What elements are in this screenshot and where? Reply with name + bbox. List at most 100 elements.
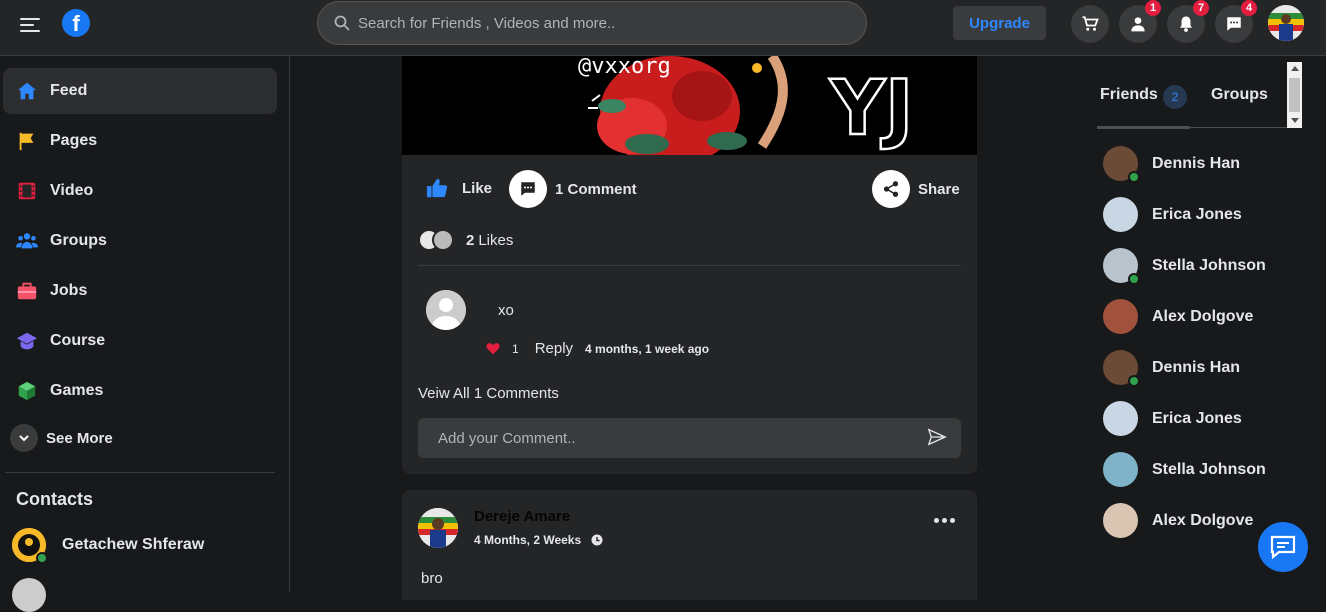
friend-item[interactable]: Erica Jones: [1103, 197, 1242, 232]
avatar: [1103, 248, 1140, 285]
cart-button[interactable]: [1071, 5, 1109, 43]
nav-item-video[interactable]: Video: [3, 168, 277, 214]
nav-item-label: Groups: [50, 232, 107, 249]
upgrade-button[interactable]: Upgrade: [953, 6, 1046, 40]
avatar: [1103, 197, 1138, 232]
contact-item[interactable]: Getachew Shferaw: [12, 528, 204, 564]
see-more-button[interactable]: See More: [10, 424, 113, 452]
tab-groups[interactable]: Groups: [1211, 86, 1268, 104]
friend-name: Dennis Han: [1152, 358, 1241, 376]
view-all-comments-link[interactable]: Veiw All 1 Comments: [418, 385, 559, 402]
scrollbar-thumb[interactable]: [1289, 78, 1300, 112]
friends-badge: 1: [1145, 0, 1161, 16]
friend-name: Alex Dolgove: [1152, 307, 1254, 325]
message-icon: [1227, 17, 1241, 31]
tabs-scrollbar[interactable]: [1287, 62, 1302, 128]
share-button[interactable]: Share: [872, 170, 960, 208]
friend-requests-button[interactable]: 1: [1119, 0, 1161, 43]
friend-item[interactable]: Dennis Han: [1103, 146, 1241, 183]
nav-item-pages[interactable]: Pages: [3, 118, 277, 164]
comment-meta: 1 Reply 4 months, 1 week ago: [486, 340, 709, 357]
post-actions: Like 1 Comment Share: [402, 169, 977, 209]
contact-item[interactable]: [12, 578, 62, 612]
reply-button[interactable]: Reply: [535, 340, 573, 357]
chat-icon: [1270, 535, 1296, 559]
online-indicator: [36, 552, 48, 564]
facebook-logo-icon[interactable]: f: [62, 9, 90, 37]
online-indicator: [1128, 273, 1140, 285]
thumbs-up-icon: [426, 178, 448, 198]
friend-name: Erica Jones: [1152, 205, 1242, 223]
comment-input[interactable]: [438, 429, 908, 447]
nav-item-feed[interactable]: Feed: [3, 68, 277, 114]
friend-name: Erica Jones: [1152, 409, 1242, 427]
profile-avatar[interactable]: [1268, 5, 1304, 41]
friend-item[interactable]: Alex Dolgove: [1103, 299, 1253, 334]
nav-item-label: Pages: [50, 132, 98, 149]
tab-active-indicator: [1097, 126, 1190, 129]
left-sidebar: Feed Pages Video Groups Jobs Course Game…: [0, 56, 290, 612]
send-icon[interactable]: [927, 428, 947, 446]
notifications-button[interactable]: 7: [1167, 0, 1209, 43]
avatar: [1103, 452, 1138, 487]
flag-icon: [19, 132, 34, 151]
avatar: [12, 528, 48, 564]
friend-item[interactable]: Dennis Han: [1103, 350, 1241, 387]
chevron-down-icon: [19, 435, 29, 442]
post-time-text: 4 Months, 2 Weeks: [474, 533, 582, 547]
cart-icon: [1082, 16, 1099, 31]
scroll-down-icon[interactable]: [1291, 118, 1299, 123]
search-bar[interactable]: [317, 1, 867, 45]
likes-summary[interactable]: 2 Likes: [418, 229, 513, 251]
see-more-label: See More: [46, 429, 113, 447]
heart-icon[interactable]: [486, 342, 500, 355]
friend-item[interactable]: Alex Dolgove: [1103, 503, 1253, 538]
comment-count-label: 1 Comment: [555, 180, 637, 198]
users-icon: [16, 233, 38, 249]
avatar: [1103, 503, 1138, 538]
post-author[interactable]: Dereje Amare: [474, 508, 570, 525]
avatar[interactable]: [418, 508, 458, 548]
add-comment-box[interactable]: [418, 418, 961, 458]
chat-button[interactable]: [1258, 522, 1308, 572]
bell-icon: [1180, 16, 1192, 32]
nav-item-course[interactable]: Course: [3, 318, 277, 364]
divider: [5, 472, 275, 473]
avatar: [1103, 401, 1138, 436]
search-input[interactable]: [358, 14, 838, 32]
menu-icon[interactable]: [20, 14, 40, 32]
comment-time: 4 months, 1 week ago: [585, 341, 710, 356]
friend-item[interactable]: Stella Johnson: [1103, 248, 1266, 285]
messages-badge: 4: [1241, 0, 1257, 16]
cube-icon: [18, 381, 36, 401]
scroll-up-icon[interactable]: [1291, 66, 1299, 71]
notifications-badge: 7: [1193, 0, 1209, 16]
post-card: Dereje Amare 4 Months, 2 Weeks bro: [402, 490, 977, 600]
nav-item-label: Course: [50, 332, 106, 349]
messages-button[interactable]: 4: [1215, 0, 1257, 43]
nav-item-label: Games: [50, 382, 104, 399]
nav-item-jobs[interactable]: Jobs: [3, 268, 277, 314]
like-button[interactable]: Like: [426, 177, 492, 199]
nav-item-groups[interactable]: Groups: [3, 218, 277, 264]
nav-item-games[interactable]: Games: [3, 368, 277, 414]
user-icon: [1131, 17, 1145, 32]
friend-item[interactable]: Stella Johnson: [1103, 452, 1266, 487]
likes-count: 2: [466, 231, 475, 249]
post-text: bro: [421, 570, 443, 587]
online-indicator: [1128, 171, 1140, 183]
friend-name: Dennis Han: [1152, 154, 1241, 172]
comment-text: xo: [498, 302, 514, 319]
post-image[interactable]: @vxxorg YJ: [402, 56, 977, 155]
more-options-icon[interactable]: [934, 518, 955, 523]
tab-friends[interactable]: Friends: [1100, 86, 1158, 104]
post-card: @vxxorg YJ Like 1 Comment Share 2 Likes …: [402, 56, 977, 474]
comment-button[interactable]: 1 Comment: [509, 170, 637, 208]
avatar[interactable]: [426, 290, 466, 330]
friend-item[interactable]: Erica Jones: [1103, 401, 1242, 436]
comment-like-count: 1: [512, 341, 519, 356]
post-time: 4 Months, 2 Weeks: [474, 533, 603, 547]
like-label: Like: [462, 179, 493, 197]
nav-item-label: Jobs: [50, 282, 88, 299]
friends-count-badge: 2: [1163, 85, 1187, 109]
